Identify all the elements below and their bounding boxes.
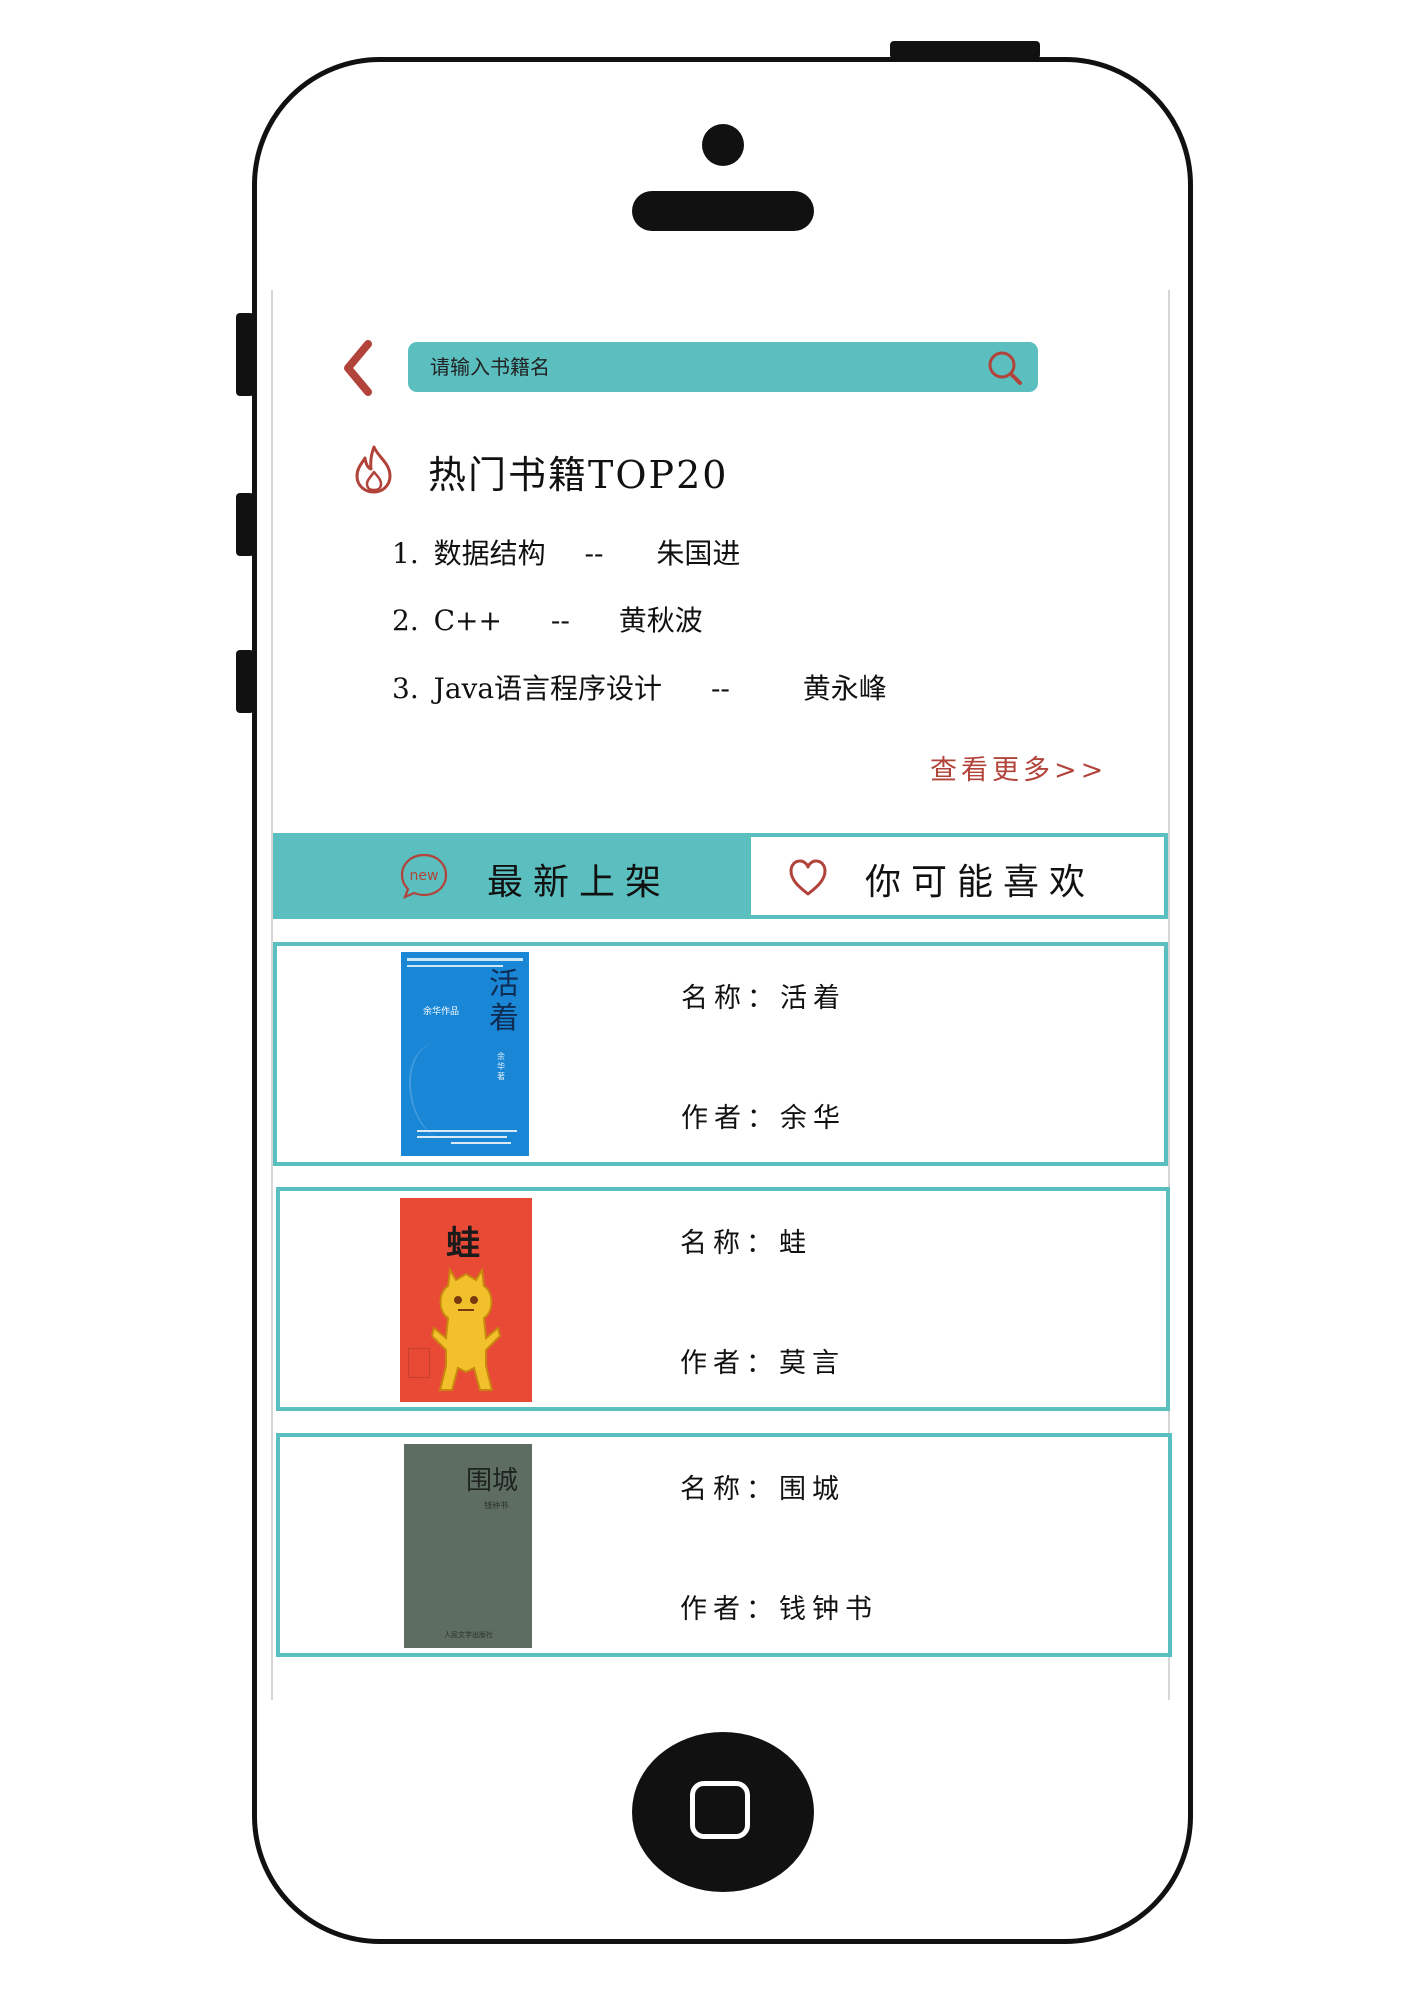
book-name-row: 名称：围城 <box>680 1467 845 1506</box>
book-name-label: 名称： <box>680 1474 779 1505</box>
book-name-value: 蛙 <box>779 1228 812 1259</box>
phone-mute-switch <box>236 313 254 396</box>
hot-book-rank: 1. <box>392 537 419 570</box>
hot-book-rank: 2. <box>392 604 419 637</box>
book-cover-image: 蛙 <box>400 1198 532 1402</box>
fire-icon <box>355 445 392 494</box>
cover-publisher: 人民文学出版社 <box>444 1631 493 1639</box>
book-name-label: 名称： <box>681 983 780 1014</box>
hot-book-author: 黄永峰 <box>802 672 887 705</box>
cover-title: 活着 <box>489 967 519 1036</box>
book-author-row: 作者：莫言 <box>680 1341 845 1380</box>
book-author-label: 作者： <box>680 1348 779 1379</box>
search-bar[interactable] <box>408 342 1038 392</box>
hot-book-author: 黄秋波 <box>618 604 703 637</box>
phone-top-button <box>890 41 1040 59</box>
book-author-value: 钱钟书 <box>779 1594 878 1625</box>
hot-book-title: Java语言程序设计 <box>433 672 663 705</box>
hot-book-item[interactable]: 3. Java语言程序设计 -- 黄永峰 <box>392 667 887 707</box>
cover-blurb <box>417 1130 517 1132</box>
hot-book-separator: -- <box>710 672 730 705</box>
book-card[interactable]: 围城 钱钟书 人民文学出版社 名称：围城 作者：钱钟书 <box>276 1433 1172 1657</box>
book-author-value: 莫言 <box>779 1348 845 1379</box>
hot-book-separator: -- <box>550 604 570 637</box>
cover-blurb <box>417 1136 507 1138</box>
tab-new-arrivals-label: 最新上架 <box>487 862 672 903</box>
search-icon[interactable] <box>986 349 1024 387</box>
cover-author: 余华 著 <box>497 1052 505 1081</box>
search-input[interactable] <box>430 355 960 379</box>
tab-you-may-like-label: 你可能喜欢 <box>865 862 1096 903</box>
cover-script-decoration <box>409 1042 481 1142</box>
book-name-value: 围城 <box>779 1474 845 1505</box>
book-cover-image: 活着 余华作品 余华 著 <box>401 952 529 1156</box>
hot-book-item[interactable]: 1. 数据结构 -- 朱国进 <box>392 532 740 572</box>
cover-side-decoration <box>408 1348 430 1378</box>
hot-book-title: C++ <box>433 604 502 637</box>
hot-book-item[interactable]: 2. C++ -- 黄秋波 <box>392 599 703 639</box>
book-name-row: 名称：活着 <box>681 976 846 1015</box>
new-bubble-text: new <box>410 868 439 884</box>
back-chevron-icon[interactable] <box>338 338 378 398</box>
hot-book-rank: 3. <box>392 672 419 705</box>
book-author-label: 作者： <box>681 1103 780 1134</box>
cover-title: 蛙 <box>446 1224 480 1264</box>
book-name-row: 名称：蛙 <box>680 1221 812 1260</box>
phone-volume-up <box>236 493 254 556</box>
speaker-grille <box>632 191 814 231</box>
front-camera <box>702 124 744 166</box>
new-bubble-icon: new <box>400 853 448 900</box>
home-button[interactable] <box>632 1732 814 1892</box>
book-cover-image: 围城 钱钟书 人民文学出版社 <box>404 1444 532 1648</box>
book-card[interactable]: 活着 余华作品 余华 著 名称：活着 作者：余华 <box>273 942 1168 1166</box>
tab-new-arrivals[interactable]: new 最新上架 <box>273 833 747 919</box>
book-author-label: 作者： <box>680 1594 779 1625</box>
book-author-value: 余华 <box>780 1103 846 1134</box>
hot-book-separator: -- <box>584 537 604 570</box>
book-author-row: 作者：余华 <box>681 1096 846 1135</box>
book-name-value: 活着 <box>780 983 846 1014</box>
view-more-link[interactable]: 查看更多>> <box>930 748 1107 787</box>
cover-figure-illustration <box>430 1267 502 1391</box>
cover-blurb <box>451 1142 511 1144</box>
cover-series: 余华作品 <box>423 1007 460 1017</box>
cover-header-strip <box>407 958 523 961</box>
tab-you-may-like[interactable]: 你可能喜欢 <box>747 833 1168 919</box>
hot-book-author: 朱国进 <box>656 537 741 570</box>
heart-icon <box>789 859 827 896</box>
book-card[interactable]: 蛙 名称：蛙 作者：莫言 <box>276 1187 1170 1411</box>
home-button-icon <box>690 1781 750 1839</box>
hot-books-title: 热门书籍TOP20 <box>428 453 729 497</box>
cover-title: 围城 <box>466 1466 519 1496</box>
cover-author: 钱钟书 <box>484 1501 508 1510</box>
hot-book-title: 数据结构 <box>433 537 546 570</box>
book-author-row: 作者：钱钟书 <box>680 1587 878 1626</box>
phone-volume-down <box>236 650 254 713</box>
book-name-label: 名称： <box>680 1228 779 1259</box>
